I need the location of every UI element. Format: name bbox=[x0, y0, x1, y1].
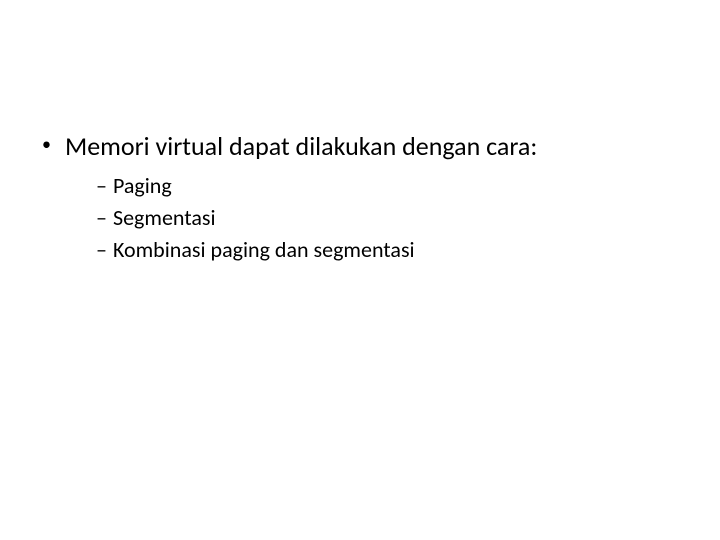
bullet-marker: • bbox=[42, 130, 51, 158]
bullet-text: Memori virtual dapat dilakukan dengan ca… bbox=[65, 130, 537, 162]
dash-icon: – bbox=[96, 236, 107, 264]
sub-list: – Paging – Segmentasi – Kombinasi paging… bbox=[96, 172, 690, 264]
sub-item-text: Kombinasi paging dan segmentasi bbox=[113, 236, 415, 264]
slide-content: • Memori virtual dapat dilakukan dengan … bbox=[38, 130, 690, 268]
sub-item-text: Segmentasi bbox=[113, 204, 216, 232]
list-item: – Kombinasi paging dan segmentasi bbox=[96, 236, 690, 264]
sub-item-text: Paging bbox=[113, 172, 172, 200]
bullet-item: • Memori virtual dapat dilakukan dengan … bbox=[38, 130, 690, 162]
dash-icon: – bbox=[96, 204, 107, 232]
list-item: – Paging bbox=[96, 172, 690, 200]
dash-icon: – bbox=[96, 172, 107, 200]
list-item: – Segmentasi bbox=[96, 204, 690, 232]
